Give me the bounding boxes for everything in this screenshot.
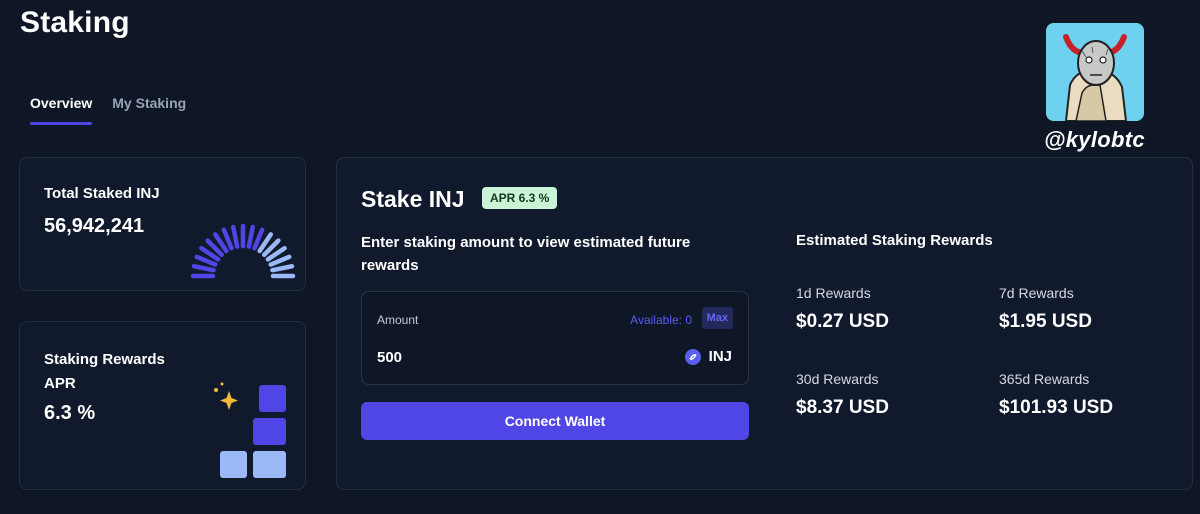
- profile-handle: @kylobtc: [1044, 127, 1145, 152]
- estimated-rewards-title: Estimated Staking Rewards: [796, 232, 993, 249]
- reward-amount: $1.95 USD: [999, 311, 1092, 332]
- token-selector: INJ: [684, 348, 732, 365]
- reward-365d: 365d Rewards $101.93 USD: [999, 371, 1113, 419]
- gauge-icon: [190, 223, 296, 279]
- page-title: Staking: [20, 6, 130, 39]
- reward-1d: 1d Rewards $0.27 USD: [796, 285, 889, 333]
- tab-my-staking[interactable]: My Staking: [112, 95, 186, 125]
- gauge-tick: [230, 224, 240, 249]
- available-balance: Available: 0: [630, 313, 692, 327]
- max-button[interactable]: Max: [701, 307, 733, 329]
- reward-period: 30d Rewards: [796, 371, 879, 387]
- tab-overview[interactable]: Overview: [30, 95, 93, 125]
- amount-input[interactable]: [377, 349, 577, 366]
- reward-period: 365d Rewards: [999, 371, 1090, 387]
- inj-token-icon: [684, 348, 701, 365]
- reward-30d: 30d Rewards $8.37 USD: [796, 371, 889, 419]
- reward-amount: $0.27 USD: [796, 311, 889, 332]
- avatar: [1046, 23, 1144, 121]
- connect-wallet-button[interactable]: Connect Wallet: [361, 402, 749, 440]
- gauge-tick: [270, 263, 295, 273]
- staking-rewards-card: Staking Rewards APR 6.3 %: [19, 321, 306, 490]
- token-label: INJ: [708, 348, 732, 365]
- amount-box: Amount Available: 0 Max INJ: [361, 291, 749, 385]
- staking-rewards-label: Staking Rewards APR: [44, 348, 165, 396]
- gauge-tick: [246, 224, 256, 249]
- character-illustration-icon: [1046, 23, 1144, 121]
- stake-panel: Stake INJ APR 6.3 % Enter staking amount…: [336, 157, 1193, 490]
- gauge-tick: [191, 263, 216, 273]
- stake-title: Stake INJ: [361, 186, 465, 212]
- reward-period: 1d Rewards: [796, 285, 871, 301]
- staking-rewards-label-line1: Staking Rewards: [44, 351, 165, 368]
- stake-instruction: Enter staking amount to view estimated f…: [361, 234, 691, 274]
- staking-rewards-label-line2: APR: [44, 375, 76, 392]
- total-staked-label: Total Staked INJ: [44, 185, 160, 202]
- tab-bar: Overview My Staking: [30, 95, 186, 125]
- apr-badge: APR 6.3 %: [482, 187, 558, 209]
- reward-amount: $101.93 USD: [999, 397, 1114, 418]
- staking-rewards-value: 6.3 %: [44, 402, 96, 424]
- total-staked-card: Total Staked INJ 56,942,241: [19, 157, 306, 291]
- reward-period: 7d Rewards: [999, 285, 1074, 301]
- reward-amount: $8.37 USD: [796, 397, 889, 418]
- total-staked-value: 56,942,241: [44, 215, 145, 237]
- reward-7d: 7d Rewards $1.95 USD: [999, 285, 1092, 333]
- rising-blocks-icon: [214, 382, 286, 478]
- amount-label: Amount: [377, 313, 419, 327]
